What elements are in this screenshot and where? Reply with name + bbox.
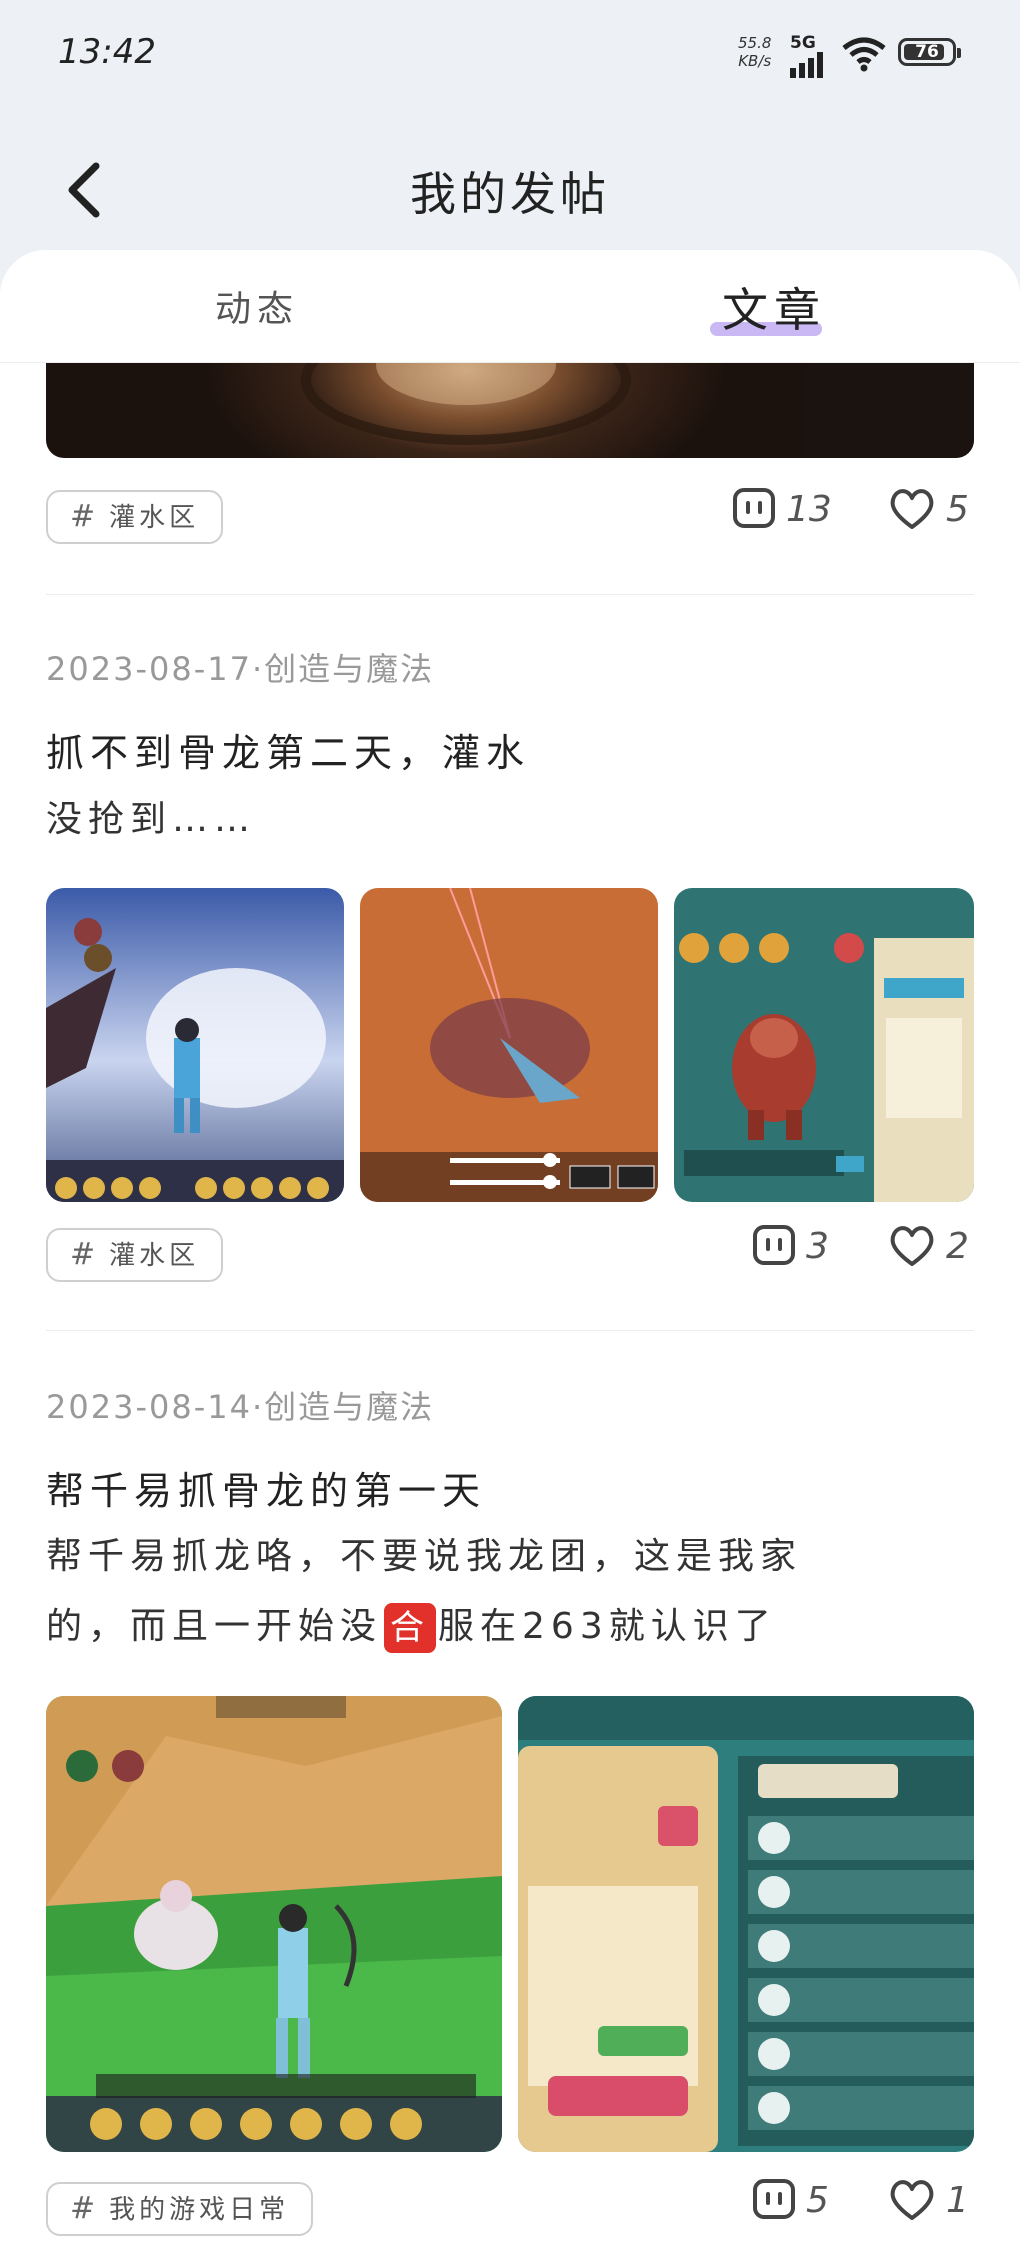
post-image[interactable] (46, 888, 344, 1202)
like-count[interactable]: 2 (888, 1224, 969, 1274)
topic-tag[interactable]: # 灌水区 (46, 490, 224, 544)
heart-icon (890, 1226, 934, 1266)
heart-icon (890, 2180, 934, 2220)
emoji-he: 合 (384, 1603, 437, 1653)
like-count[interactable]: 1 (888, 2178, 969, 2228)
post-image[interactable] (46, 1696, 502, 2152)
divider (46, 1330, 974, 1331)
post-image[interactable] (46, 360, 974, 458)
header: 我的发帖 (0, 130, 1020, 240)
post-body[interactable]: 没抢到…… (46, 785, 976, 855)
comment-count[interactable]: 13 (732, 487, 832, 537)
back-button[interactable] (60, 160, 110, 220)
chevron-left-icon (68, 162, 100, 218)
content-panel: 动态 文章 # 灌水区 13 5 2023-08-17·创造与魔法 抓不到骨龙第二… (0, 250, 1020, 2267)
comment-icon (753, 1225, 795, 1265)
tab-dynamic[interactable]: 动态 (215, 280, 299, 332)
topic-tag[interactable]: # 灌水区 (46, 1228, 224, 1282)
status-time: 13:42 (58, 32, 156, 72)
comment-icon (733, 488, 775, 528)
comment-count[interactable]: 3 (752, 1224, 829, 1274)
comment-count[interactable]: 5 (752, 2178, 829, 2228)
wifi-icon (842, 36, 886, 76)
page-title: 我的发帖 (410, 167, 610, 221)
like-count[interactable]: 5 (888, 487, 969, 537)
post-meta: 2023-08-17·创造与魔法 (46, 650, 435, 688)
status-bar: 13:42 55.8 KB/s 5G 76 (0, 0, 1020, 110)
post-image[interactable] (360, 888, 658, 1202)
divider (46, 594, 974, 595)
signal-icon: 5G (790, 34, 830, 82)
post-title[interactable]: 抓不到骨龙第二天，灌水 (46, 722, 530, 777)
post-body[interactable]: 帮千易抓龙咯，不要说我龙团，这是我家 的，而且一开始没合服在263就认识了 (46, 1522, 976, 1662)
post-image[interactable] (674, 888, 974, 1202)
comment-icon (753, 2179, 795, 2219)
topic-tag[interactable]: # 我的游戏日常 (46, 2182, 314, 2236)
tab-bar: 动态 文章 (0, 250, 1020, 363)
heart-icon (890, 489, 934, 529)
battery-icon: 76 (898, 38, 961, 66)
post-image[interactable] (518, 1696, 974, 2152)
post-title[interactable]: 帮千易抓骨龙的第一天 (46, 1460, 486, 1515)
net-speed: 55.8 KB/s (738, 34, 772, 70)
tab-articles[interactable]: 文章 (710, 274, 826, 340)
post-meta: 2023-08-14·创造与魔法 (46, 1388, 435, 1426)
